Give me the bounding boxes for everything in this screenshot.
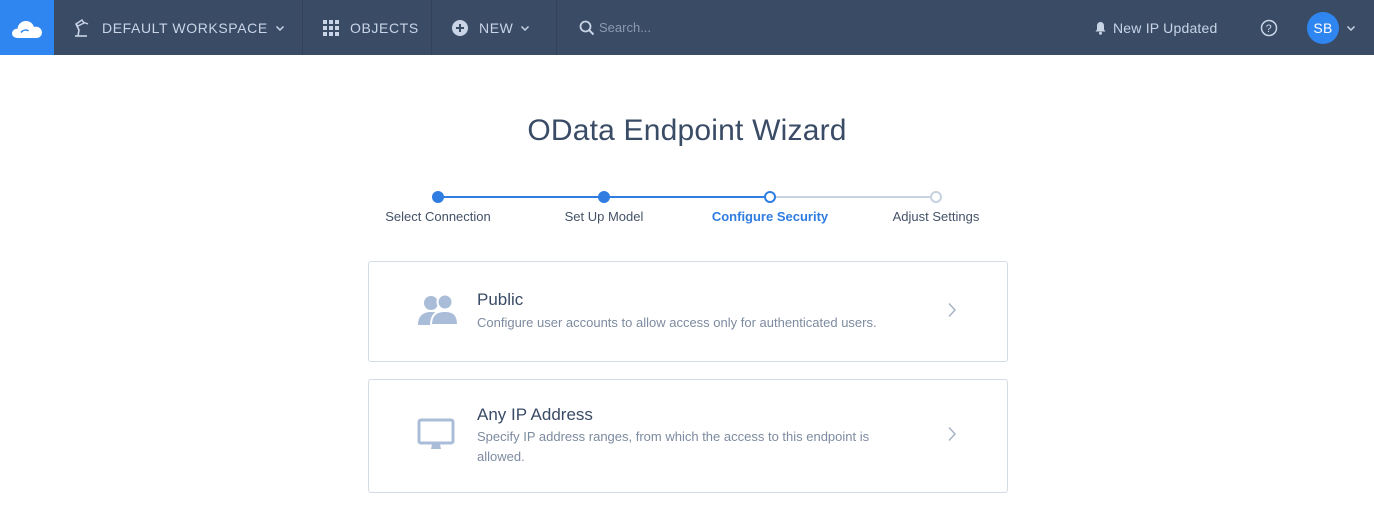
step-label-configure-security[interactable]: Configure Security bbox=[680, 209, 860, 224]
objects-label: OBJECTS bbox=[350, 19, 419, 36]
new-label: NEW bbox=[479, 19, 514, 36]
grid-icon bbox=[323, 19, 339, 36]
wizard-stepper: Select Connection Set Up Model Configure… bbox=[0, 186, 1374, 236]
monitor-icon bbox=[417, 418, 455, 449]
step-label-set-up-model[interactable]: Set Up Model bbox=[514, 209, 694, 224]
bell-icon bbox=[1095, 21, 1106, 35]
objects-menu[interactable]: OBJECTS bbox=[303, 0, 431, 55]
option-title: Any IP Address bbox=[477, 405, 593, 424]
step-dot-select-connection[interactable] bbox=[432, 191, 444, 203]
help-button[interactable]: ? bbox=[1258, 0, 1280, 55]
chevron-down-icon bbox=[521, 25, 530, 31]
option-card-public[interactable]: Public Configure user accounts to allow … bbox=[368, 261, 1008, 362]
option-description: Configure user accounts to allow access … bbox=[477, 315, 877, 330]
new-menu[interactable]: NEW bbox=[432, 0, 556, 55]
top-navigation-bar: DEFAULT WORKSPACE OBJECTS NEW Search... … bbox=[0, 0, 1374, 55]
help-glyph: ? bbox=[1266, 23, 1273, 35]
step-dot-adjust-settings bbox=[930, 191, 942, 203]
workspace-label: DEFAULT WORKSPACE bbox=[102, 19, 268, 36]
chevron-right-icon bbox=[948, 302, 957, 318]
search-input[interactable] bbox=[599, 20, 859, 35]
chevron-right-icon bbox=[948, 426, 957, 442]
help-circle-icon: ? bbox=[1260, 19, 1278, 36]
plus-circle-icon bbox=[452, 19, 468, 36]
chevron-down-icon bbox=[275, 25, 284, 31]
search-icon bbox=[579, 20, 595, 35]
cloud-logo-icon bbox=[12, 20, 42, 38]
step-label-adjust-settings: Adjust Settings bbox=[892, 209, 980, 224]
notification-button[interactable]: New IP Updated bbox=[1094, 0, 1244, 55]
workspace-selector[interactable]: DEFAULT WORKSPACE bbox=[54, 0, 302, 55]
notification-label: New IP Updated bbox=[1113, 19, 1218, 36]
step-dot-set-up-model[interactable] bbox=[598, 191, 610, 203]
search-box[interactable] bbox=[557, 0, 917, 55]
app-logo[interactable] bbox=[0, 0, 54, 55]
option-description: Specify IP address ranges, from which th… bbox=[477, 429, 870, 464]
step-label-select-connection[interactable]: Select Connection bbox=[348, 209, 528, 224]
chevron-down-icon bbox=[1346, 25, 1356, 31]
avatar[interactable]: SB bbox=[1307, 11, 1339, 44]
page-title: OData Endpoint Wizard bbox=[527, 114, 847, 147]
option-title: Public bbox=[477, 290, 524, 309]
workspace-lamp-icon bbox=[74, 18, 89, 37]
user-menu[interactable]: SB bbox=[1307, 0, 1367, 55]
stepper-line-pending bbox=[770, 196, 936, 198]
step-dot-configure-security[interactable] bbox=[764, 191, 776, 203]
users-icon bbox=[418, 293, 459, 326]
option-card-any-ip-address[interactable]: Any IP Address Specify IP address ranges… bbox=[368, 379, 1008, 493]
